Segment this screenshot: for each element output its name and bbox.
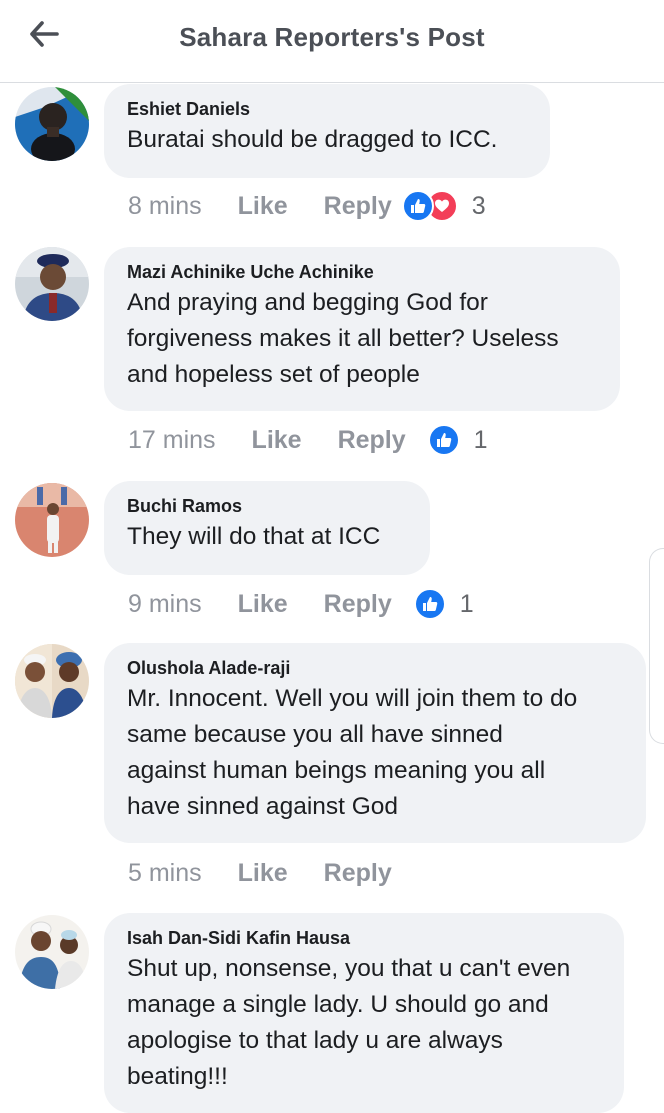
comment-text-line: beating!!! xyxy=(127,1063,228,1090)
like-button[interactable]: Like xyxy=(238,859,288,888)
comment-actions: 9 mins Like Reply 1 xyxy=(128,584,474,624)
reaction-summary[interactable]: 1 xyxy=(413,588,474,620)
reaction-summary[interactable]: 1 xyxy=(427,424,488,456)
comment-text-line: have sinned against God xyxy=(127,793,399,820)
comment-text-line: Mr. Innocent. Well you will join them to… xyxy=(127,685,578,712)
comment-author[interactable]: Olushola Alade-raji xyxy=(127,657,624,679)
comment-time[interactable]: 17 mins xyxy=(128,426,216,455)
comment-text-line: apologise to that lady u are always xyxy=(127,1027,503,1054)
like-button[interactable]: Like xyxy=(238,590,288,619)
comment-time[interactable]: 9 mins xyxy=(128,590,202,619)
top-bar: Sahara Reporters's Post xyxy=(0,0,664,83)
comment-actions: 17 mins Like Reply 1 xyxy=(128,420,488,460)
comment-time[interactable]: 5 mins xyxy=(128,859,202,888)
reaction-summary[interactable]: 3 xyxy=(401,190,486,222)
comment-time[interactable]: 8 mins xyxy=(128,192,202,221)
avatar[interactable] xyxy=(15,915,89,989)
reply-button[interactable]: Reply xyxy=(324,590,392,619)
comment-author[interactable]: Mazi Achinike Uche Achinike xyxy=(127,261,598,283)
avatar[interactable] xyxy=(15,483,89,557)
reply-button[interactable]: Reply xyxy=(324,192,392,221)
comment-text-line: And praying and begging God for xyxy=(127,289,488,316)
comment-actions: 8 mins Like Reply 3 xyxy=(128,186,486,226)
comment-text-line: against human beings meaning you all xyxy=(127,757,546,784)
comment-text-line: Shut up, nonsense, you that u can't even xyxy=(127,955,571,982)
reaction-count: 1 xyxy=(459,589,474,618)
comment-bubble: Isah Dan-Sidi Kafin Hausa Shut up, nonse… xyxy=(104,913,624,1113)
avatar[interactable] xyxy=(15,644,89,718)
comment-author[interactable]: Isah Dan-Sidi Kafin Hausa xyxy=(127,927,602,949)
reply-button[interactable]: Reply xyxy=(324,859,392,888)
avatar[interactable] xyxy=(15,87,89,161)
comment-bubble: Buchi Ramos They will do that at ICC xyxy=(104,481,430,575)
comment-actions: 5 mins Like Reply xyxy=(128,853,428,893)
comment-text: They will do that at ICC xyxy=(127,523,381,550)
like-reaction-icon xyxy=(401,190,434,222)
reply-button[interactable]: Reply xyxy=(338,426,406,455)
page-title: Sahara Reporters's Post xyxy=(179,22,485,52)
like-reaction-icon xyxy=(427,424,460,456)
comment-bubble: Mazi Achinike Uche Achinike And praying … xyxy=(104,247,620,411)
comment-text-line: and hopeless set of people xyxy=(127,361,420,388)
comment-text: Buratai should be dragged to ICC. xyxy=(127,126,498,153)
comment-text-line: same because you all have sinned xyxy=(127,721,503,748)
comment-bubble: Olushola Alade-raji Mr. Innocent. Well y… xyxy=(104,643,646,843)
reaction-count: 3 xyxy=(471,191,486,220)
like-button[interactable]: Like xyxy=(252,426,302,455)
comment-author[interactable]: Buchi Ramos xyxy=(127,495,408,517)
like-button[interactable]: Like xyxy=(238,192,288,221)
avatar[interactable] xyxy=(15,247,89,321)
reaction-count: 1 xyxy=(473,425,488,454)
comment-bubble: Eshiet Daniels Buratai should be dragged… xyxy=(104,84,550,178)
like-reaction-icon xyxy=(413,588,446,620)
side-panel-handle[interactable] xyxy=(649,548,664,744)
comment-text-line: forgiveness makes it all better? Useless xyxy=(127,325,559,352)
comment-author[interactable]: Eshiet Daniels xyxy=(127,98,528,120)
comment-text-line: manage a single lady. U should go and xyxy=(127,991,549,1018)
